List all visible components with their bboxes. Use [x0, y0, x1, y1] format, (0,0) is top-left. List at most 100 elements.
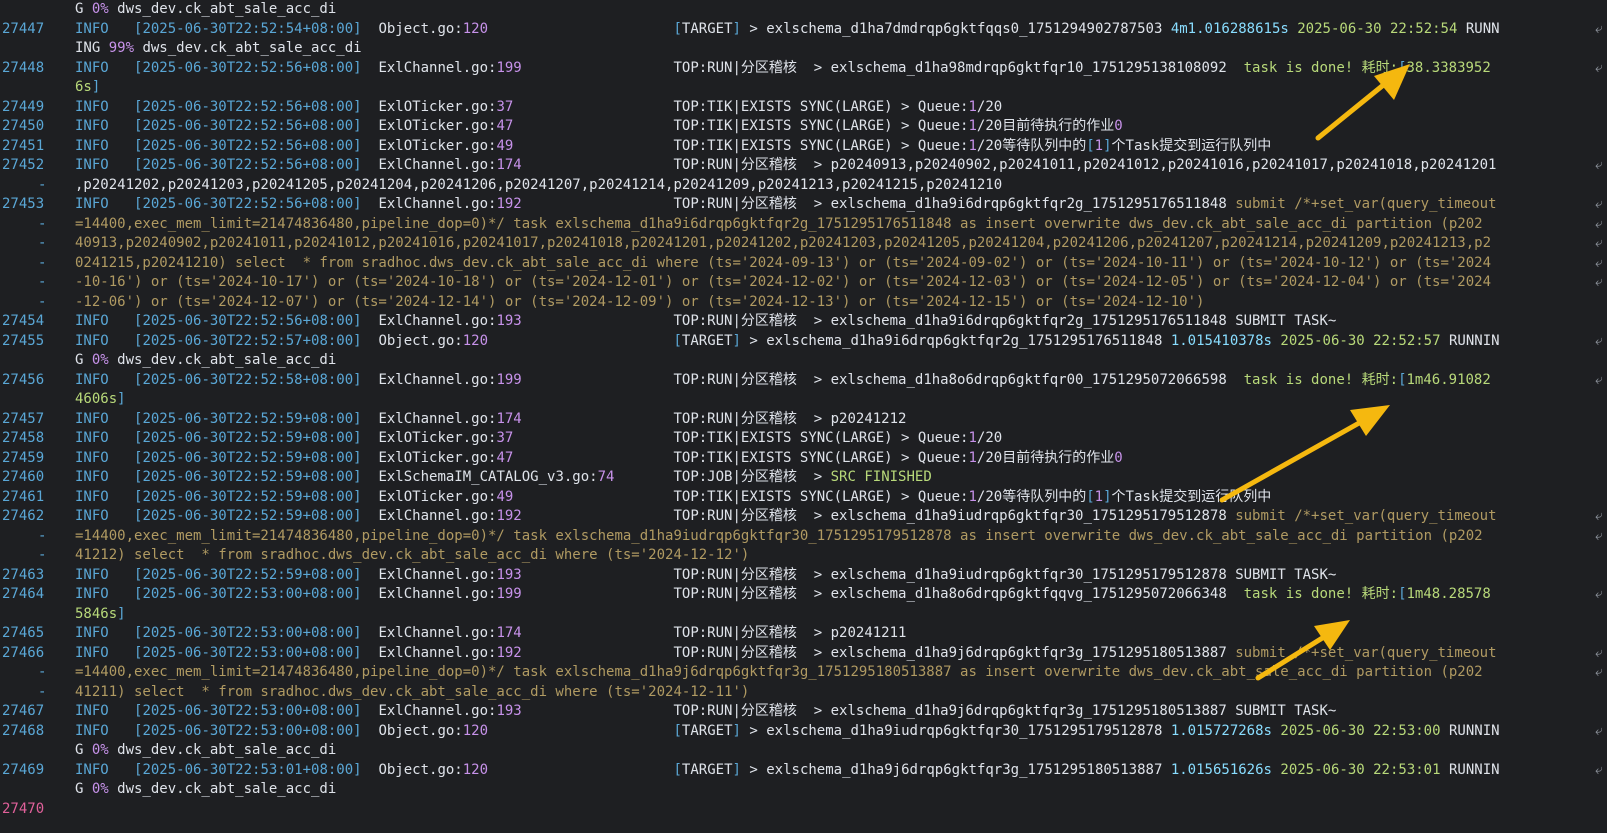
log-segment: TARGET [681, 722, 733, 739]
log-segment: [ [673, 761, 682, 778]
log-segment: 1 [968, 118, 977, 134]
log-line: 27467 INFO [2025-06-30T22:53:00+08:00] Ex… [0, 702, 1607, 722]
log-segment: TOP:RUN|分区稽核 > exlschema_d1ha9iudrqp6gkt… [521, 508, 1236, 524]
line-number: 27461 [2, 488, 45, 505]
log-segment: dws_dev.ck_abt_sale_acc_di [108, 352, 337, 368]
log-text: INFO [2025-06-30T22:52:57+08:00] Object.… [75, 332, 1595, 352]
log-segment: INFO [75, 98, 135, 115]
log-segment: 6s [75, 79, 92, 95]
log-text: INFO [2025-06-30T22:52:58+08:00] ExlChan… [75, 371, 1595, 391]
log-line: 27447 INFO [2025-06-30T22:52:54+08:00] Ob… [0, 20, 1607, 40]
log-segment: 0 [1114, 118, 1123, 134]
line-number: 27458 [2, 430, 45, 446]
log-segment: [2025-06-30T22:53:01+08:00] [134, 761, 362, 778]
log-segment: ExlChannel.go: [361, 371, 497, 388]
log-segment: 199 [496, 586, 522, 602]
log-text: G 0% dws_dev.ck_abt_sale_acc_di [75, 741, 1595, 761]
log-line: ING 99% dws_dev.ck_abt_sale_acc_di [0, 39, 1607, 59]
log-segment: 49 [496, 488, 514, 505]
log-segment: TOP:RUN|分区稽核 > exlschema_d1ha98mdrqp6gkt… [521, 59, 1244, 76]
log-segment: 1m48.28578 [1406, 586, 1491, 602]
line-number: - [38, 527, 47, 544]
log-line: 27457 INFO [2025-06-30T22:52:59+08:00] Ex… [0, 410, 1607, 430]
line-number: 27452 [2, 157, 45, 173]
log-segment: task is done! 耗时: [1243, 371, 1399, 388]
log-text: G 0% dws_dev.ck_abt_sale_acc_di [75, 351, 1595, 371]
line-number: 27466 [2, 644, 45, 661]
log-segment: TOP:RUN|分区稽核 > exlschema_d1ha9j6drqp6gkt… [521, 703, 1337, 719]
log-segment: RUNNIN [1440, 332, 1500, 349]
log-line: 27460 INFO [2025-06-30T22:52:59+08:00] Ex… [0, 468, 1607, 488]
log-line: 4606s] [0, 390, 1607, 410]
log-segment: 47 [496, 449, 514, 466]
log-segment: > exlschema_d1ha7dmdrqp6gktfqqs0_1751294… [740, 20, 1171, 37]
log-segment: TOP:TIK|EXISTS SYNC(LARGE) > Queue: [513, 449, 969, 466]
log-text: INFO [2025-06-30T22:52:59+08:00] ExlChan… [75, 410, 1595, 430]
log-text: -10-16') or (ts='2024-10-17') or (ts='20… [75, 273, 1595, 293]
log-segment: ExlChannel.go: [361, 59, 497, 76]
log-segment: 74 [597, 469, 615, 485]
log-text: 5846s] [75, 605, 1595, 625]
log-line: 27449 INFO [2025-06-30T22:52:56+08:00] Ex… [0, 98, 1607, 118]
log-segment: ] [1103, 137, 1112, 154]
log-segment: [2025-06-30T22:52:59+08:00] [134, 469, 362, 485]
log-segment: [ [673, 332, 682, 349]
log-segment: 199 [496, 371, 522, 388]
log-text: INFO [2025-06-30T22:52:56+08:00] ExlChan… [75, 312, 1595, 332]
log-segment: ExlChannel.go: [361, 625, 497, 641]
log-segment: 193 [496, 566, 522, 583]
log-segment: G [75, 742, 92, 758]
log-segment: 1 [968, 488, 977, 505]
log-segment: [2025-06-30T22:52:59+08:00] [134, 410, 362, 427]
log-segment: [2025-06-30T22:52:59+08:00] [134, 449, 362, 466]
log-segment: /20等待队列中的 [976, 488, 1087, 505]
log-segment: INFO [75, 449, 135, 466]
log-segment: 0241215,p20241210) select * from sradhoc… [75, 254, 1492, 271]
log-line: - =14400,exec_mem_limit=21474836480,pipel… [0, 527, 1607, 547]
log-text: INFO [2025-06-30T22:52:56+08:00] ExlOTic… [75, 137, 1595, 157]
log-text: ,p20241202,p20241203,p20241205,p20241204… [75, 176, 1595, 196]
log-line: 27466 INFO [2025-06-30T22:53:00+08:00] Ex… [0, 644, 1607, 664]
line-wrap-icon: ⤶ [1595, 274, 1603, 290]
line-wrap-icon: ⤶ [1595, 508, 1603, 524]
log-text: INFO [2025-06-30T22:53:00+08:00] ExlChan… [75, 644, 1595, 664]
log-segment: INFO [75, 196, 135, 212]
log-segment: =14400,exec_mem_limit=21474836480,pipeli… [75, 664, 1483, 680]
log-segment: ] [732, 20, 741, 37]
log-segment: INFO [75, 703, 135, 719]
line-wrap-icon: ⤶ [1595, 196, 1603, 212]
log-text: INFO [2025-06-30T22:52:56+08:00] ExlChan… [75, 156, 1595, 176]
line-wrap-icon: ⤶ [1595, 59, 1603, 76]
log-segment: [2025-06-30T22:52:59+08:00] [134, 488, 362, 505]
log-segment: [2025-06-30T22:52:56+08:00] [134, 59, 362, 76]
log-segment: TOP:RUN|分区稽核 > exlschema_d1ha8o6drqp6gkt… [521, 371, 1244, 388]
log-segment: [ [1398, 59, 1407, 76]
log-segment: 1 [968, 430, 977, 446]
log-segment: INFO [75, 118, 135, 134]
log-segment: TOP:TIK|EXISTS SYNC(LARGE) > Queue: [513, 430, 969, 446]
log-segment: TOP:RUN|分区稽核 > exlschema_d1ha9j6drqp6gkt… [521, 644, 1236, 661]
log-segment: 37 [496, 430, 514, 446]
log-segment: ExlChannel.go: [361, 508, 497, 524]
log-segment: [2025-06-30T22:52:57+08:00] [134, 332, 362, 349]
log-line: 27464 INFO [2025-06-30T22:53:00+08:00] Ex… [0, 585, 1607, 605]
line-number: - [38, 235, 47, 251]
log-segment: INFO [75, 430, 135, 446]
log-segment: 192 [496, 508, 522, 524]
log-segment: ] [117, 605, 126, 622]
line-number: 27468 [2, 722, 45, 739]
log-segment: ExlChannel.go: [361, 157, 497, 173]
log-segment: 1 [968, 98, 977, 115]
log-segment: [ [673, 20, 682, 37]
terminal-log-view[interactable]: G 0% dws_dev.ck_abt_sale_acc_di 27447 INFO… [0, 0, 1607, 819]
log-segment: task is done! 耗时: [1243, 586, 1399, 602]
log-text: INFO [2025-06-30T22:52:59+08:00] ExlChan… [75, 507, 1595, 527]
log-segment: 120 [462, 761, 489, 778]
log-segment: INFO [75, 761, 135, 778]
log-segment: RUNN [1457, 20, 1500, 37]
log-segment: 1 [1094, 488, 1104, 505]
log-segment: 41212) select * from sradhoc.dws_dev.ck_… [75, 547, 750, 563]
log-segment: [2025-06-30T22:52:59+08:00] [134, 566, 362, 583]
log-line: - ,p20241202,p20241203,p20241205,p2024120… [0, 176, 1607, 196]
log-segment: TOP:RUN|分区稽核 > p20240913,p20240902,p2024… [521, 157, 1497, 173]
